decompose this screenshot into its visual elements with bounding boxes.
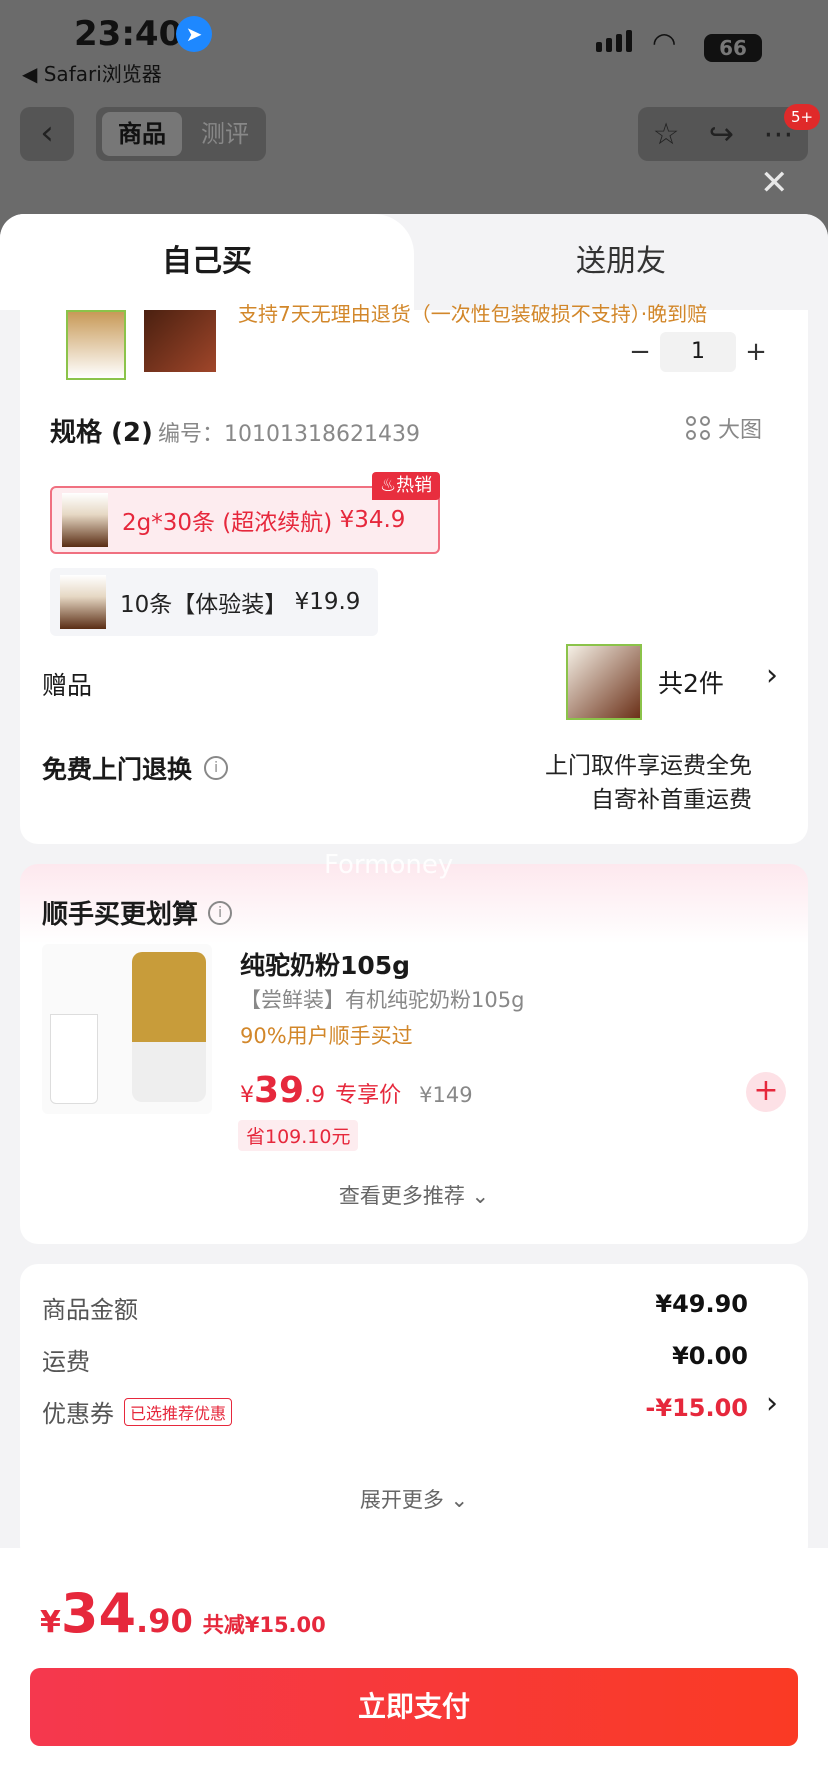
recommend-card: Formoney 顺手买更划算 i 纯驼奶粉105g 【尝鲜装】有机纯驼奶粉10… <box>20 850 808 1244</box>
close-icon[interactable]: ✕ <box>760 166 789 200</box>
fire-icon: ♨ <box>380 475 397 496</box>
quantity-stepper: − 1 + <box>620 332 776 372</box>
share-icon[interactable]: ↪ <box>709 117 734 152</box>
shipping-value: ¥0.00 <box>672 1342 748 1370</box>
info-icon[interactable]: i <box>204 756 229 780</box>
tab-review[interactable]: 测评 <box>192 112 258 156</box>
watermark: Formoney <box>324 850 454 880</box>
save-badge: 省109.10元 <box>238 1120 359 1151</box>
recommend-title: 顺手买更划算 i <box>42 894 233 931</box>
return-line-1: 上门取件享运费全免 <box>545 753 752 779</box>
top-navbar: ‹ 商品 测评 ☆ ↪ ⋯ 5+ <box>0 104 828 164</box>
return-policy-text: 支持7天无理由退货（一次性包装破损不支持）·晚到赔 <box>238 302 708 326</box>
spec-option[interactable]: 10条【体验装】 ¥19.9 <box>50 568 378 636</box>
page-segment: 商品 测评 <box>96 107 266 161</box>
back-button[interactable]: ‹ <box>20 107 74 161</box>
toolbar-right: ☆ ↪ ⋯ <box>638 107 808 161</box>
recommend-price: ¥ 39 .9 专享价 ¥149 <box>240 1070 473 1111</box>
quantity-input[interactable]: 1 <box>660 332 736 372</box>
free-return-label: 免费上门退换 i <box>42 750 229 786</box>
tab-self-buy[interactable]: 自己买 <box>0 214 414 310</box>
grid-icon <box>686 416 710 440</box>
option-price: ¥19.9 <box>294 589 361 615</box>
big-image-label: 大图 <box>718 418 763 443</box>
increase-button[interactable]: + <box>736 337 776 367</box>
purchase-sheet: 自己买 送朋友 支持7天无理由退货（一次性包装破损不支持）·晚到赔 − 1 + … <box>0 214 828 1792</box>
wifi-icon: ◠ <box>652 26 677 59</box>
product-card: 支持7天无理由退货（一次性包装破损不支持）·晚到赔 − 1 + 规格 (2) 编… <box>20 302 808 844</box>
return-line-2: 自寄补首重运费 <box>591 787 752 813</box>
recommend-product-image[interactable] <box>42 944 212 1114</box>
gift-image[interactable] <box>566 644 642 720</box>
chevron-right-icon[interactable]: › <box>766 658 778 693</box>
pay-now-button[interactable]: 立即支付 <box>30 1668 798 1746</box>
total-saving: 共减¥15.00 <box>202 1613 326 1637</box>
recommend-buy-stat: 90%用户顺手买过 <box>240 1024 413 1048</box>
expand-more-link[interactable]: 展开更多 ⌄ <box>20 1484 808 1514</box>
spec-title: 规格 (2) <box>50 418 153 448</box>
clock: 23:40 <box>74 14 183 54</box>
checkout-footer: ¥ 34 .90 共减¥15.00 立即支付 <box>0 1548 828 1792</box>
coupon-label: 优惠券 已选推荐优惠 <box>42 1394 233 1429</box>
goods-amount-label: 商品金额 <box>42 1296 138 1324</box>
status-bar: 23:40 ➤ ◀ Safari浏览器 ◠ 66 <box>0 0 828 90</box>
tab-product[interactable]: 商品 <box>102 112 182 156</box>
big-image-button[interactable]: 大图 <box>686 412 762 444</box>
battery-icon: 66 <box>704 34 762 62</box>
add-icon[interactable]: + <box>746 1072 786 1112</box>
back-to-safari-link[interactable]: ◀ Safari浏览器 <box>22 58 162 87</box>
option-label: 10条【体验装】 <box>120 592 288 618</box>
info-icon[interactable]: i <box>208 900 233 925</box>
chevron-right-icon[interactable]: › <box>766 1386 778 1421</box>
shipping-label: 运费 <box>42 1348 90 1376</box>
option-thumb <box>62 493 108 547</box>
coupon-tag: 已选推荐优惠 <box>124 1397 233 1426</box>
decrease-button[interactable]: − <box>620 337 660 367</box>
product-image <box>66 310 216 380</box>
option-label: 2g*30条 (超浓续航) <box>122 510 333 536</box>
option-price: ¥34.9 <box>339 507 406 533</box>
tab-gift-friend[interactable]: 送朋友 <box>414 214 828 310</box>
coupon-value[interactable]: -¥15.00 <box>645 1394 748 1422</box>
star-icon[interactable]: ☆ <box>653 117 680 152</box>
notification-badge: 5+ <box>784 104 820 130</box>
recommend-subtitle: 【尝鲜装】有机纯驼奶粉105g <box>240 988 525 1012</box>
gift-count[interactable]: 共2件 <box>658 664 724 700</box>
signal-icon <box>596 30 632 52</box>
gift-label: 赠品 <box>42 671 93 700</box>
sheet-tabs: 自己买 送朋友 <box>0 214 828 310</box>
location-icon: ➤ <box>176 16 212 52</box>
goods-amount-value: ¥49.90 <box>655 1290 748 1318</box>
original-price: ¥149 <box>419 1083 473 1107</box>
spec-code: 编号：10101318621439 <box>158 422 420 447</box>
total-price: ¥ 34 .90 共减¥15.00 <box>40 1582 326 1645</box>
more-recommend-link[interactable]: 查看更多推荐 ⌄ <box>20 1180 808 1210</box>
option-thumb <box>60 575 106 629</box>
hot-badge: ♨热销 <box>372 472 441 500</box>
recommend-name[interactable]: 纯驼奶粉105g <box>240 946 410 982</box>
price-summary-card: 商品金额 ¥49.90 运费 ¥0.00 优惠券 已选推荐优惠 -¥15.00 … <box>20 1264 808 1564</box>
